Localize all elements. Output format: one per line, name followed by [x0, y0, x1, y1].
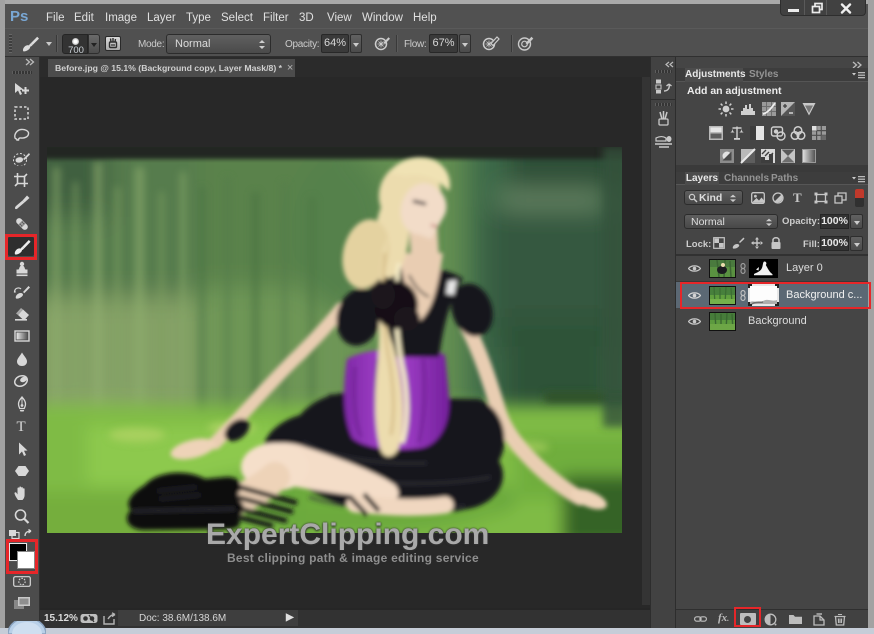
svg-text:T: T	[17, 419, 26, 434]
